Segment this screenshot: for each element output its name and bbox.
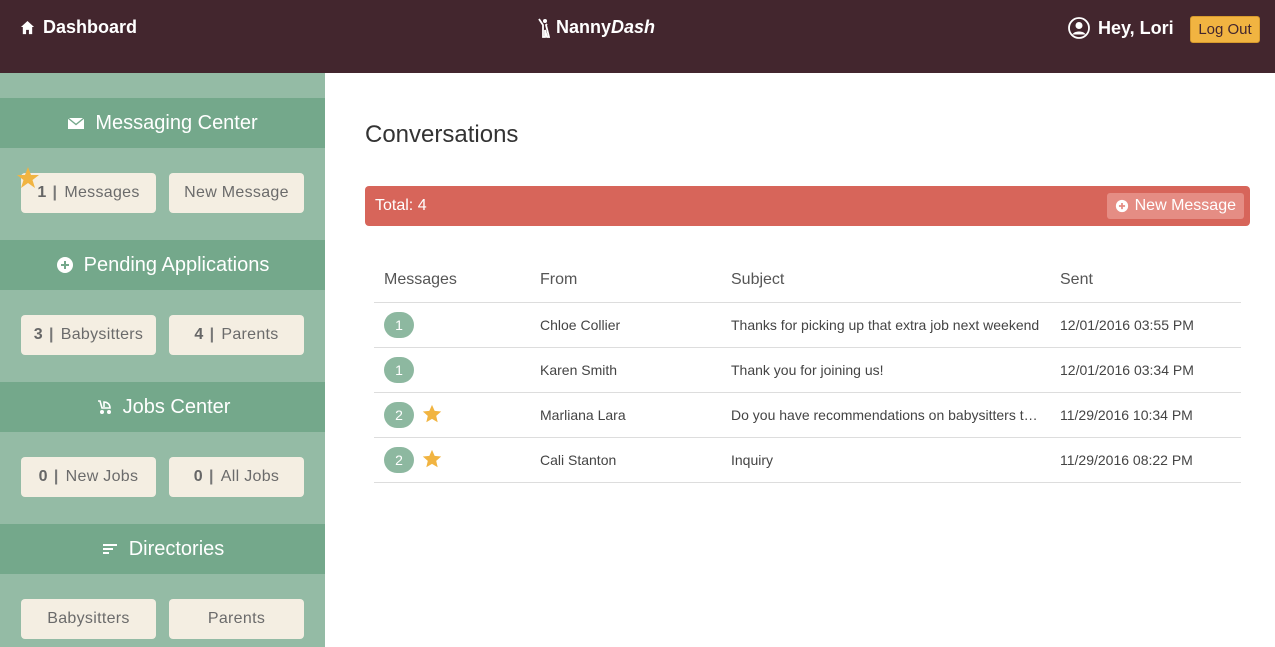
table-row[interactable]: 2 Marliana Lara Do you have recommendati… (374, 393, 1241, 438)
pending-parents-label: Parents (221, 326, 279, 343)
from-cell: Chloe Collier (540, 317, 621, 333)
from-cell: Marliana Lara (540, 407, 626, 423)
subject-cell: Do you have recommendations on babysitte… (731, 407, 1041, 423)
conversations-table: Messages From Subject Sent 1 Chloe Colli… (374, 256, 1241, 483)
column-header-from[interactable]: From (540, 271, 577, 289)
sent-cell: 11/29/2016 10:34 PM (1060, 407, 1193, 423)
section-title-pending: Pending Applications (83, 253, 270, 276)
directory-babysitters-label: Babysitters (47, 610, 130, 627)
new-jobs-count: 0 (38, 468, 48, 485)
list-icon (102, 544, 117, 554)
all-jobs-button[interactable]: 0 | All Jobs (169, 457, 304, 497)
table-row[interactable]: 1 Karen Smith Thank you for joining us! … (374, 348, 1241, 393)
logo-text-nanny: Nanny (556, 17, 612, 37)
subject-cell: Thank you for joining us! (731, 362, 884, 378)
sent-cell: 11/29/2016 08:22 PM (1060, 452, 1193, 468)
new-message-button-label: New Message (1134, 197, 1236, 214)
from-cell: Cali Stanton (540, 452, 617, 468)
nanny-figure-icon (538, 18, 550, 38)
section-title-jobs: Jobs Center (122, 395, 231, 418)
new-message-sidebar-button[interactable]: New Message (169, 173, 304, 213)
subject-cell: Inquiry (731, 452, 774, 468)
table-row[interactable]: 1 Chloe Collier Thanks for picking up th… (374, 303, 1241, 348)
total-count: Total: 4 (375, 197, 427, 214)
section-header-messaging: Messaging Center (0, 98, 325, 148)
table-row[interactable]: 2 Cali Stanton Inquiry 11/29/2016 08:22 … (374, 438, 1241, 483)
pending-babysitters-label: Babysitters (60, 326, 144, 343)
envelope-icon (67, 117, 85, 129)
message-count-badge: 1 (384, 312, 414, 338)
app-logo: NannyDash (538, 17, 655, 38)
column-header-messages[interactable]: Messages (384, 271, 457, 289)
table-header: Messages From Subject Sent (374, 256, 1241, 303)
from-cell: Karen Smith (540, 362, 618, 378)
directory-parents-button[interactable]: Parents (169, 599, 304, 639)
directory-parents-label: Parents (207, 610, 266, 627)
dashboard-link[interactable]: Dashboard (20, 17, 137, 38)
star-icon[interactable] (421, 448, 443, 470)
page-title: Conversations (365, 121, 519, 148)
column-header-sent[interactable]: Sent (1060, 271, 1093, 289)
section-title-directories: Directories (128, 537, 225, 560)
subject-cell: Thanks for picking up that extra job nex… (731, 317, 1040, 333)
home-icon (20, 20, 35, 35)
new-jobs-label: New Jobs (65, 468, 139, 485)
logout-button[interactable]: Log Out (1190, 16, 1260, 43)
message-count-badge: 1 (384, 357, 414, 383)
pending-babysitters-button[interactable]: 3 | Babysitters (21, 315, 156, 355)
messages-button[interactable]: 1 | Messages (21, 173, 156, 213)
all-jobs-label: All Jobs (220, 468, 280, 485)
all-jobs-count: 0 (193, 468, 203, 485)
section-header-directories: Directories (0, 524, 325, 574)
greeting-text: Hey, Lori (1098, 17, 1174, 38)
section-title-messaging: Messaging Center (95, 111, 258, 134)
plus-circle-icon (1115, 199, 1128, 213)
plus-circle-icon (56, 257, 73, 273)
pending-parents-button[interactable]: 4 | Parents (169, 315, 304, 355)
sent-cell: 12/01/2016 03:34 PM (1060, 362, 1194, 378)
dashboard-label: Dashboard (43, 17, 138, 37)
message-count-badge: 2 (384, 447, 414, 473)
user-circle-icon (1068, 17, 1090, 39)
logo-text-dash: Dash (611, 17, 656, 37)
new-message-button[interactable]: New Message (1106, 193, 1244, 219)
star-icon (17, 167, 39, 188)
new-message-sidebar-label: New Message (184, 184, 289, 201)
top-navbar: Dashboard NannyDash Hey, Lori Log Out (0, 0, 1275, 73)
sent-cell: 12/01/2016 03:55 PM (1060, 317, 1194, 333)
main-content: Conversations Total: 4 New Message Messa… (325, 73, 1275, 647)
stroller-icon (97, 400, 111, 414)
section-header-jobs: Jobs Center (0, 382, 325, 432)
sidebar: Messaging Center 1 | Messages New Message … (0, 73, 325, 647)
messages-label: Messages (64, 184, 140, 201)
pending-babysitters-count: 3 (33, 326, 43, 343)
directory-babysitters-button[interactable]: Babysitters (21, 599, 156, 639)
section-header-pending: Pending Applications (0, 240, 325, 290)
total-bar: Total: 4 New Message (365, 186, 1250, 226)
column-header-subject[interactable]: Subject (731, 271, 784, 289)
pending-parents-count: 4 (194, 326, 204, 343)
message-count-badge: 2 (384, 402, 414, 428)
star-icon[interactable] (421, 403, 443, 425)
new-jobs-button[interactable]: 0 | New Jobs (21, 457, 156, 497)
user-greeting[interactable]: Hey, Lori (1068, 17, 1174, 39)
